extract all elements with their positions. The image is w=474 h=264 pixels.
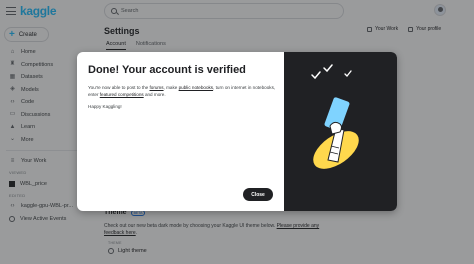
featured-competitions-link[interactable]: featured competitions bbox=[100, 92, 144, 97]
check-icon bbox=[344, 70, 352, 77]
dialog-body: You're now able to post to the forums, m… bbox=[88, 84, 278, 98]
dialog-title: Done! Your account is verified bbox=[88, 64, 246, 76]
body-text: , make bbox=[163, 85, 179, 90]
illustration-panel bbox=[284, 52, 397, 211]
dialog-content: Done! Your account is verified You're no… bbox=[77, 52, 284, 211]
verified-dialog: Done! Your account is verified You're no… bbox=[77, 52, 397, 211]
phone-verified-illustration bbox=[311, 64, 359, 169]
close-button[interactable]: Close bbox=[243, 188, 273, 201]
body-text: and more. bbox=[143, 92, 166, 97]
public-notebooks-link[interactable]: public notebooks bbox=[179, 85, 213, 90]
check-icon bbox=[323, 64, 333, 73]
check-icon bbox=[311, 71, 321, 80]
body-text: You're now able to post to the bbox=[88, 85, 150, 90]
dialog-signoff: Happy Kaggling! bbox=[88, 104, 122, 109]
forums-link[interactable]: forums bbox=[150, 85, 164, 90]
